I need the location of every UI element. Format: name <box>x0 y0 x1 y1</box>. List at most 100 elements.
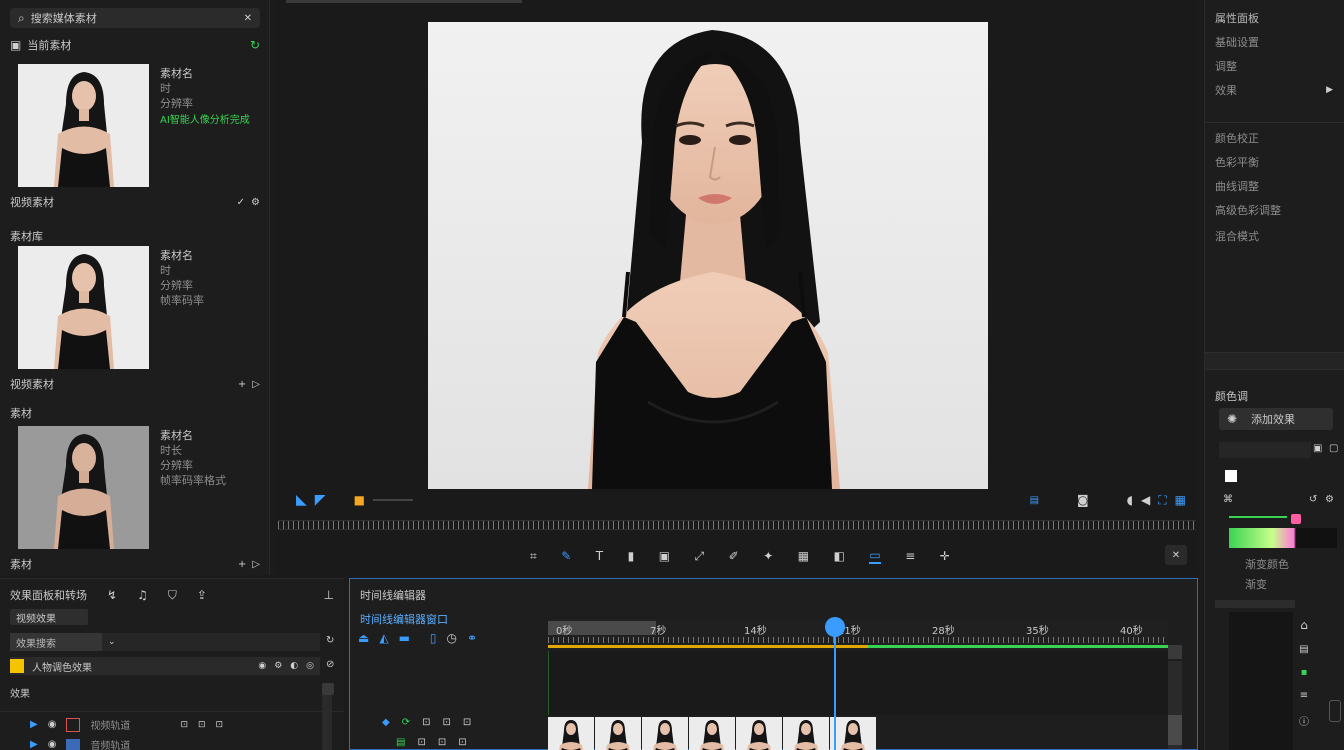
lock-icon[interactable]: ⊡ <box>216 720 224 730</box>
menu-item[interactable]: 曲线调整 <box>1215 178 1259 194</box>
color-swatch[interactable] <box>1225 470 1237 482</box>
clip-frame[interactable] <box>783 717 829 750</box>
audio-fx-icon[interactable]: ♫ <box>137 588 148 602</box>
sync-lock-icon[interactable]: ⟳ <box>402 717 410 728</box>
preview-canvas[interactable] <box>428 22 988 489</box>
lock-icon[interactable]: ▣ <box>1313 443 1322 454</box>
options-icon[interactable]: ⚙ <box>1325 494 1334 505</box>
slip-tool-icon[interactable]: ▬ <box>399 631 410 645</box>
menu-item[interactable]: 效果 ▶ <box>1215 82 1333 98</box>
reset-icon[interactable]: ↺ <box>1309 494 1317 505</box>
home-icon[interactable]: ⌂ <box>1299 618 1309 632</box>
settings-panel-icon[interactable]: ▦ <box>1175 493 1186 507</box>
clip-frame[interactable] <box>830 717 876 750</box>
time-ruler[interactable]: 0秒 7秒 14秒 21秒 28秒 35秒 40秒 <box>548 619 1168 649</box>
snapshot-icon[interactable]: ◙ <box>1077 493 1089 507</box>
info-icon[interactable]: ⓘ <box>1299 713 1309 728</box>
shape-tool-icon[interactable]: ▣ <box>659 549 670 563</box>
layer-row[interactable]: 人物调色效果 ◉ ⚙ ◐ ◎ <box>10 657 320 675</box>
mute-icon[interactable]: ⊡ <box>438 737 446 748</box>
close-toolbar-button[interactable]: ✕ <box>1165 545 1187 565</box>
list-icon[interactable]: ▤ <box>1299 644 1309 655</box>
h-scrollbar[interactable] <box>1215 600 1295 608</box>
group-toggle[interactable] <box>322 683 334 695</box>
eye-icon[interactable]: ◉ <box>48 719 57 730</box>
scroll-thumb[interactable] <box>1168 715 1182 745</box>
menu-item[interactable]: 调整 <box>1215 58 1237 74</box>
add-effect-button[interactable]: ✺ 添加效果 <box>1219 408 1333 430</box>
transition-icon[interactable]: ↯ <box>107 588 117 602</box>
effects-search[interactable]: 效果搜索 ⌄ <box>10 633 320 651</box>
solo-icon[interactable]: ⊡ <box>198 720 206 730</box>
filter-tool-icon[interactable]: ✦ <box>763 549 773 563</box>
loop-icon[interactable]: ▤ <box>1030 495 1039 506</box>
mute-icon[interactable]: ⊡ <box>442 717 450 728</box>
delete-icon[interactable]: ◎ <box>306 661 314 671</box>
text-tool-icon[interactable]: T <box>596 549 603 563</box>
pen-tool-icon[interactable]: ✎ <box>561 549 571 563</box>
media-search-bar[interactable]: ⌕ 搜索媒体素材 ✕ <box>10 8 260 28</box>
pin-icon[interactable]: ⊥ <box>324 588 334 602</box>
split-tool-icon[interactable]: ✛ <box>940 549 950 563</box>
scrub-ruler[interactable] <box>278 520 1196 530</box>
fullscreen-icon[interactable]: ⛶ <box>1158 493 1166 508</box>
tab-video-effects[interactable]: 视频效果 <box>10 609 88 625</box>
expand-button[interactable] <box>1168 645 1182 659</box>
menu-item[interactable]: 色彩平衡 <box>1215 154 1259 170</box>
link-tool-icon[interactable]: ⚭ <box>467 631 477 645</box>
link-icon[interactable]: ▢ <box>1329 443 1338 454</box>
track-area[interactable] <box>548 651 1168 715</box>
grid-tool-icon[interactable]: ▦ <box>798 549 809 563</box>
audio-track-icon[interactable]: ▤ <box>396 737 405 748</box>
menu-item[interactable]: 混合模式 <box>1215 228 1259 244</box>
eye-icon[interactable]: ◉ <box>48 739 57 750</box>
slider-track[interactable] <box>1229 516 1287 518</box>
marker-icon[interactable]: ■ <box>354 493 365 507</box>
v-scrollbar[interactable] <box>322 695 332 750</box>
video-track-icon[interactable]: ◆ <box>382 717 390 728</box>
settings-icon[interactable]: ⚙ <box>274 661 282 671</box>
play-icon[interactable]: ▷ <box>252 559 260 570</box>
refresh-icon[interactable]: ↻ <box>326 635 334 646</box>
slider-handle[interactable] <box>1291 514 1301 524</box>
frame-back-icon[interactable]: ◣ <box>296 492 307 508</box>
audio-icon[interactable]: ◖ <box>1127 493 1133 507</box>
clear-icon[interactable]: ✕ <box>244 13 252 24</box>
panel-splitter[interactable] <box>1205 352 1344 370</box>
lock-icon[interactable]: ◐ <box>290 661 298 671</box>
sound-tool-icon[interactable]: ≡ <box>905 549 915 563</box>
toggle-icon[interactable]: ⊡ <box>417 737 425 748</box>
top-scrollbar[interactable] <box>286 0 522 3</box>
add-icon[interactable]: + <box>238 559 246 570</box>
visibility-icon[interactable]: ◉ <box>258 661 266 671</box>
clip-frame[interactable] <box>736 717 782 750</box>
menu-item[interactable]: 高级色彩调整 <box>1215 202 1281 218</box>
settings-icon[interactable]: ⚙ <box>251 197 260 208</box>
mask-tool-icon[interactable]: ▮ <box>628 549 635 563</box>
play-icon[interactable]: ▷ <box>252 379 260 390</box>
no-entry-icon[interactable]: ⊘ <box>326 659 334 670</box>
green-dot-icon[interactable]: ▪ <box>1299 667 1309 678</box>
track-row[interactable]: ▶ ◉ 音频轨道 <box>30 737 130 750</box>
brush-tool-icon[interactable]: ✐ <box>729 549 739 563</box>
clip-thumbnail[interactable] <box>18 64 149 187</box>
frames-tool-icon[interactable]: ▭ <box>869 548 881 564</box>
mute-icon[interactable]: ⊡ <box>180 720 188 730</box>
clip-frame[interactable] <box>548 717 594 750</box>
adjust-tool-icon[interactable]: ◧ <box>834 549 845 563</box>
volume-icon[interactable]: ◀ <box>1141 493 1150 507</box>
layers-icon[interactable]: ≡ <box>1299 690 1309 701</box>
crop-tool-icon[interactable]: ⌗ <box>530 549 537 564</box>
clip-thumbnail[interactable] <box>18 426 149 549</box>
clip-frame[interactable] <box>689 717 735 750</box>
sync-icon[interactable]: ↻ <box>250 38 260 52</box>
value-field[interactable] <box>1219 442 1311 458</box>
clip-frame[interactable] <box>595 717 641 750</box>
track-row[interactable]: ▶ ◉ 视频轨道 ⊡ ⊡ ⊡ <box>30 717 223 732</box>
clock-icon[interactable]: ◷ <box>447 631 457 645</box>
check-icon[interactable]: ✓ <box>237 197 245 208</box>
menu-item[interactable]: 颜色校正 <box>1215 130 1259 146</box>
solo-icon[interactable]: ⊡ <box>463 717 471 728</box>
ripple-tool-icon[interactable]: ⏏ <box>358 631 369 645</box>
solo-icon[interactable]: ⊡ <box>458 737 466 748</box>
